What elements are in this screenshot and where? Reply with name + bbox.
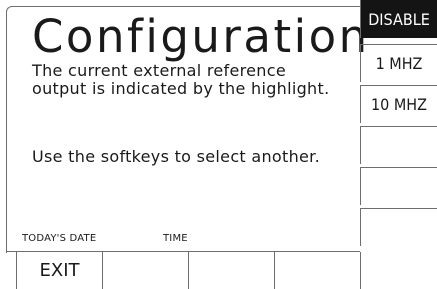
softkey-1-mhz[interactable]: 1 MHZ — [360, 44, 437, 82]
softkey-empty-6[interactable] — [360, 208, 437, 246]
bottom-softkey-row: EXIT — [16, 252, 437, 289]
softkey-empty-4[interactable] — [360, 126, 437, 164]
bottom-softkey-5[interactable] — [360, 252, 437, 289]
bottom-softkey-4[interactable] — [274, 252, 360, 289]
softkey-10-mhz[interactable]: 10 MHZ — [360, 85, 437, 123]
configuration-screen: Configuration The current external refer… — [0, 0, 437, 289]
page-title: Configuration — [32, 10, 370, 63]
todays-date-label: TODAY'S DATE — [22, 233, 97, 244]
exit-button[interactable]: EXIT — [16, 252, 102, 289]
bottom-softkey-2[interactable] — [102, 252, 188, 289]
instruction-text: Use the softkeys to select another. — [32, 147, 320, 166]
description-text: The current external reference output is… — [32, 61, 330, 98]
softkey-column: DISABLE 1 MHZ 10 MHZ — [360, 0, 437, 252]
softkey-disable[interactable]: DISABLE — [360, 0, 437, 38]
bottom-softkey-3[interactable] — [188, 252, 274, 289]
softkey-empty-5[interactable] — [360, 167, 437, 205]
time-label: TIME — [163, 233, 188, 244]
